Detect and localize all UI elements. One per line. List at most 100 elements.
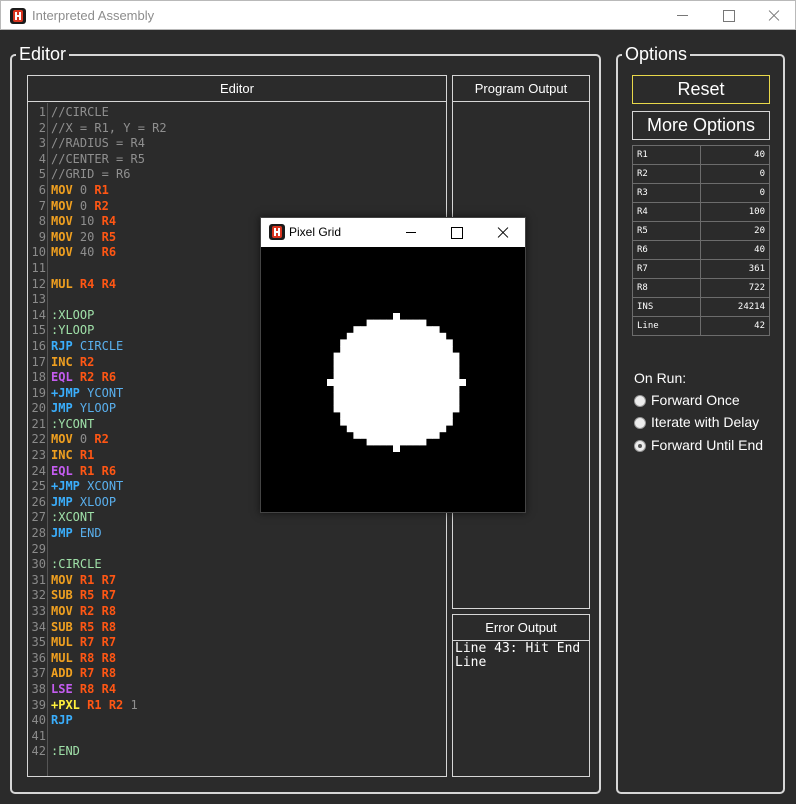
register-row: R6 40: [632, 240, 770, 260]
lit-pixel: [340, 372, 348, 380]
lit-pixel: [406, 352, 414, 360]
lit-pixel: [412, 412, 420, 419]
code-line[interactable]: 1 //CIRCLE: [31, 105, 167, 121]
code-line[interactable]: 6 MOV 0 R1: [31, 183, 167, 199]
code-line[interactable]: 10 MOV 40 R6: [31, 245, 167, 261]
line-number: 34: [31, 619, 46, 634]
code-line[interactable]: 24 EQL R1 R6: [31, 464, 167, 480]
lit-pixel: [393, 379, 400, 386]
lit-pixel: [379, 346, 387, 353]
close-button[interactable]: [751, 1, 796, 30]
lit-pixel: [393, 412, 400, 419]
code-line[interactable]: 3 //RADIUS = R4: [31, 136, 167, 152]
radio-indicator[interactable]: [634, 417, 646, 429]
code-line[interactable]: 5 //GRID = R6: [31, 167, 167, 183]
code-line[interactable]: 31 MOV R1 R7: [31, 573, 167, 589]
code-line[interactable]: 26 JMP XLOOP: [31, 495, 167, 511]
lit-pixel: [419, 352, 427, 360]
lit-pixel: [399, 405, 407, 413]
code-line[interactable]: 2 //X = R1, Y = R2: [31, 121, 167, 137]
lit-pixel: [419, 412, 427, 419]
pixel-grid-minimize-button[interactable]: [395, 218, 425, 247]
lit-pixel: [432, 352, 440, 360]
lit-pixel: [333, 379, 341, 386]
code-line[interactable]: 33 MOV R2 R8: [31, 604, 167, 620]
code-token: MOV: [51, 214, 73, 229]
line-number: 39: [31, 697, 46, 712]
error-output-header: Error Output: [453, 615, 589, 641]
more-options-button[interactable]: More Options: [632, 111, 770, 140]
lit-pixel: [412, 372, 420, 380]
code-line[interactable]: 15:YLOOP: [31, 323, 167, 339]
code-token: 0: [79, 198, 88, 213]
code-line[interactable]: 39 +PXL R1 R2 1: [31, 698, 167, 714]
lit-pixel: [406, 398, 414, 406]
code-line[interactable]: 11: [31, 261, 167, 277]
code-line[interactable]: 13: [31, 292, 167, 308]
lit-pixel: [366, 392, 374, 400]
code-line[interactable]: 34 SUB R5 R8: [31, 620, 167, 636]
lit-pixel: [366, 431, 374, 439]
register-row: INS 24214: [632, 297, 770, 317]
lit-pixel: [360, 398, 367, 406]
code-line[interactable]: 12 MUL R4 R4: [31, 277, 167, 293]
lit-pixel: [399, 438, 407, 446]
lit-pixel: [419, 425, 427, 433]
radio-indicator[interactable]: [634, 440, 646, 452]
code-line[interactable]: 35 MUL R7 R7: [31, 635, 167, 651]
code-line[interactable]: 37 ADD R7 R8: [31, 666, 167, 682]
pixel-grid-maximize-button[interactable]: [441, 218, 471, 247]
code-line[interactable]: 30:CIRCLE: [31, 557, 167, 573]
reset-button[interactable]: Reset: [632, 75, 770, 104]
code-line[interactable]: 23 INC R1: [31, 448, 167, 464]
code-token: //CIRCLE: [51, 105, 109, 119]
code-line[interactable]: 4 //CENTER = R5: [31, 152, 167, 168]
line-number: 37: [31, 666, 46, 681]
code-line[interactable]: 9 MOV 20 R5: [31, 230, 167, 246]
code-line[interactable]: 21:YCONT: [31, 417, 167, 433]
code-token: R8: [79, 681, 95, 696]
lit-pixel: [340, 365, 348, 373]
code-token: 20: [79, 229, 95, 244]
code-line[interactable]: 8 MOV 10 R4: [31, 214, 167, 230]
lit-pixel: [432, 392, 440, 400]
code-line[interactable]: 41: [31, 729, 167, 745]
code-line[interactable]: 32 SUB R5 R7: [31, 588, 167, 604]
pixel-grid-title-bar[interactable]: Pixel Grid: [261, 218, 525, 247]
minimize-button[interactable]: [659, 1, 705, 30]
code-line[interactable]: 18 EQL R2 R6: [31, 370, 167, 386]
code-line[interactable]: 22 MOV 0 R2: [31, 432, 167, 448]
code-line[interactable]: 19 +JMP YCONT: [31, 386, 167, 402]
pixel-grid-window: Pixel Grid: [260, 217, 526, 513]
lit-pixel: [373, 412, 381, 419]
radio-indicator[interactable]: [634, 395, 646, 407]
lit-pixel: [360, 412, 367, 419]
code-line[interactable]: 14:XLOOP: [31, 308, 167, 324]
code-token: R1: [79, 572, 95, 587]
code-token: ADD: [51, 666, 73, 681]
code-line[interactable]: 40 RJP: [31, 713, 167, 729]
code-line[interactable]: 38 LSE R8 R4: [31, 682, 167, 698]
lit-pixel: [412, 379, 420, 386]
code-line[interactable]: 27:XCONT: [31, 510, 167, 526]
maximize-button[interactable]: [705, 1, 751, 30]
code-line[interactable]: 17 INC R2: [31, 355, 167, 371]
lit-pixel: [386, 352, 394, 360]
lit-pixel: [373, 365, 381, 373]
code-line[interactable]: 16 RJP CIRCLE: [31, 339, 167, 355]
app-icon: [10, 8, 26, 24]
code-line[interactable]: 25 +JMP XCONT: [31, 479, 167, 495]
code-line[interactable]: 42:END: [31, 744, 167, 760]
code-token: R1: [79, 463, 95, 478]
lit-pixel: [333, 372, 341, 380]
code-area[interactable]: 1 //CIRCLE 2 //X = R1, Y = R2 3 //RADIUS = R4…: [31, 105, 167, 760]
code-token: R2: [79, 370, 95, 385]
code-line[interactable]: 28 JMP END: [31, 526, 167, 542]
code-line[interactable]: 7 MOV 0 R2: [31, 199, 167, 215]
line-number: 12: [31, 276, 46, 291]
code-line[interactable]: 36 MUL R8 R8: [31, 651, 167, 667]
pixel-grid-close-button[interactable]: [487, 218, 517, 247]
code-line[interactable]: 20 JMP YLOOP: [31, 401, 167, 417]
lit-pixel: [439, 379, 447, 386]
code-line[interactable]: 29: [31, 542, 167, 558]
